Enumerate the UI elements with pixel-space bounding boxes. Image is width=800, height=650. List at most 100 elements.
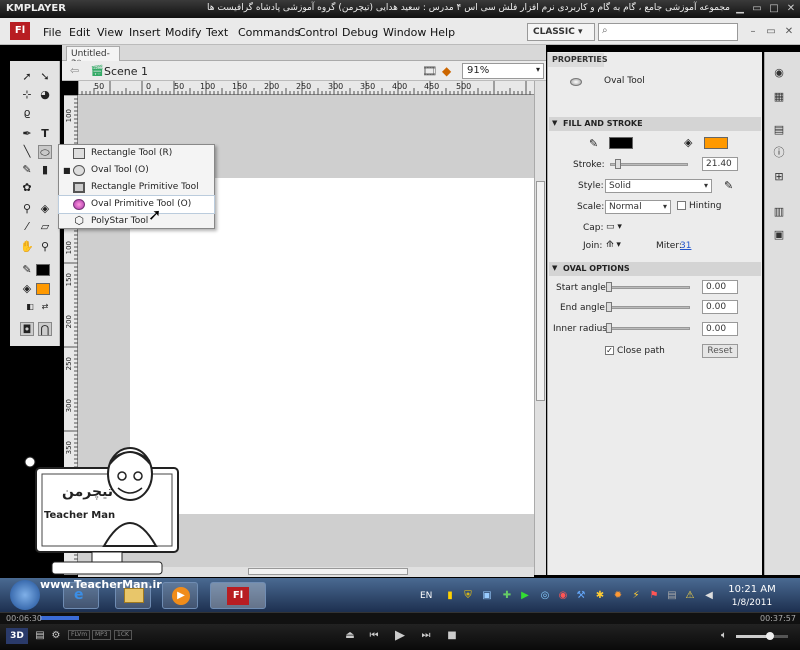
line-tool-icon[interactable]: ╲: [20, 145, 34, 159]
align-panel-icon[interactable]: ▤: [772, 123, 786, 137]
search-input[interactable]: ⌕: [598, 23, 738, 41]
color-panel-icon[interactable]: ◉: [772, 66, 786, 80]
clock-time[interactable]: 10:21 AM: [727, 584, 777, 595]
menu-text[interactable]: Text: [206, 26, 228, 39]
tray-sync-icon[interactable]: ◎: [540, 591, 550, 601]
tray-shield-icon[interactable]: ⛨: [463, 591, 473, 601]
clock-date[interactable]: 1/8/2011: [727, 598, 777, 608]
flyout-rectangle-primitive-tool[interactable]: Rectangle Primitive Tool (R): [59, 179, 214, 209]
close-path-checkbox[interactable]: ✓: [605, 346, 614, 355]
pen-tool-icon[interactable]: ✒: [20, 127, 34, 141]
back-arrow-icon[interactable]: ⇦: [70, 64, 79, 77]
taskbar-flash-button[interactable]: Fl: [210, 582, 266, 609]
start-angle-field[interactable]: 0.00: [702, 280, 738, 294]
fill-color-swatch[interactable]: [704, 137, 728, 149]
edit-symbols-icon[interactable]: ◆: [442, 64, 451, 78]
scrollbar-thumb[interactable]: [536, 181, 545, 401]
tray-volume-icon[interactable]: ◀: [704, 591, 714, 601]
start-angle-thumb[interactable]: [606, 282, 612, 292]
library-panel-icon[interactable]: ▣: [772, 228, 786, 242]
minimize-icon[interactable]: ▁: [734, 3, 746, 15]
lasso-tool-icon[interactable]: ϱ: [20, 106, 34, 120]
restore-icon[interactable]: ▭: [751, 3, 763, 15]
tray-update-icon[interactable]: ✚: [502, 591, 512, 601]
flyout-oval-tool[interactable]: ■ Oval Tool (O): [59, 162, 214, 179]
object-drawing-icon[interactable]: ◘: [20, 322, 34, 336]
document-tab[interactable]: Untitled-2*: [66, 46, 120, 69]
tray-network-icon[interactable]: ▮: [445, 591, 455, 601]
end-angle-field[interactable]: 0.00: [702, 300, 738, 314]
edit-scene-icon[interactable]: 🎞︎: [422, 64, 437, 78]
snap-magnet-icon[interactable]: ⋂: [38, 322, 52, 336]
transform-panel-icon[interactable]: ⊞: [772, 170, 786, 184]
eject-icon[interactable]: ⏏: [344, 629, 356, 643]
speaker-icon[interactable]: 🔈︎: [718, 629, 730, 643]
menu-modify[interactable]: Modify: [165, 26, 201, 39]
tray-monitor-icon[interactable]: ▤: [667, 591, 677, 601]
seek-bar[interactable]: [0, 612, 800, 624]
app-close-icon[interactable]: ✕: [783, 26, 795, 38]
taskbar-mediaplayer-icon[interactable]: ▶: [162, 582, 198, 609]
maximize-icon[interactable]: □: [768, 3, 780, 15]
end-angle-thumb[interactable]: [606, 302, 612, 312]
free-transform-icon[interactable]: ⊹: [20, 88, 34, 102]
start-angle-track[interactable]: [606, 286, 690, 289]
tray-tool-icon[interactable]: ⚒: [576, 591, 586, 601]
settings-gear-icon[interactable]: ⚙: [50, 629, 62, 643]
inner-radius-thumb[interactable]: [606, 323, 612, 333]
tray-bluetooth-icon[interactable]: ✱: [595, 591, 605, 601]
menu-commands[interactable]: Commands: [238, 26, 300, 39]
swap-colors-icon[interactable]: ⇄: [38, 300, 52, 314]
stroke-width-field[interactable]: 21.40: [702, 157, 738, 171]
language-indicator[interactable]: EN: [420, 591, 432, 601]
properties-tab[interactable]: PROPERTIES: [548, 53, 608, 67]
app-minimize-icon[interactable]: –: [747, 26, 759, 38]
zoom-select[interactable]: 91% ▾: [462, 63, 544, 79]
pencil-tool-icon[interactable]: ✎: [20, 163, 34, 177]
menu-control[interactable]: Control: [298, 26, 338, 39]
volume-thumb[interactable]: [766, 632, 774, 640]
reset-button[interactable]: Reset: [702, 344, 738, 358]
workspace-switcher[interactable]: CLASSIC ▾: [527, 23, 595, 41]
miter-value[interactable]: 31: [680, 241, 691, 251]
hand-tool-icon[interactable]: ✋: [20, 240, 34, 254]
3d-rotation-icon[interactable]: ◕: [38, 88, 52, 102]
black-white-icon[interactable]: ◧: [23, 300, 37, 314]
fill-color-swatch[interactable]: [36, 283, 50, 295]
scale-select[interactable]: Normal ▾: [605, 200, 671, 214]
next-icon[interactable]: ⏭: [420, 629, 432, 643]
flyout-rectangle-tool[interactable]: Rectangle Tool (R): [59, 145, 214, 162]
selection-tool-icon[interactable]: ➚: [20, 70, 34, 84]
stroke-slider-thumb[interactable]: [615, 159, 621, 169]
menu-help[interactable]: Help: [430, 26, 455, 39]
menu-file[interactable]: File: [43, 26, 61, 39]
join-select[interactable]: ⟰ ▾: [606, 240, 621, 250]
tray-flag-icon[interactable]: ⚑: [649, 591, 659, 601]
menu-insert[interactable]: Insert: [129, 26, 161, 39]
playlist-icon[interactable]: ▤: [34, 629, 46, 643]
stroke-color-swatch[interactable]: [609, 137, 633, 149]
stroke-color-swatch[interactable]: [36, 264, 50, 276]
bone-tool-icon[interactable]: ⚲: [20, 202, 34, 216]
tray-device-icon[interactable]: ▣: [482, 591, 492, 601]
hinting-checkbox[interactable]: [677, 201, 686, 210]
scrollbar-thumb[interactable]: [248, 568, 408, 575]
menu-view[interactable]: View: [97, 26, 123, 39]
inner-radius-field[interactable]: 0.00: [702, 322, 738, 336]
deco-tool-icon[interactable]: ✿: [20, 181, 34, 195]
components-panel-icon[interactable]: ▥: [772, 205, 786, 219]
start-button[interactable]: [10, 580, 40, 610]
stroke-slider-track[interactable]: [610, 163, 688, 166]
style-select[interactable]: Solid ▾: [605, 179, 712, 193]
tray-play-icon[interactable]: ▶: [520, 591, 530, 601]
paint-bucket-icon[interactable]: ◈: [38, 202, 52, 216]
app-restore-icon[interactable]: ▭: [765, 26, 777, 38]
close-icon[interactable]: ✕: [785, 3, 797, 15]
eraser-icon[interactable]: ▱: [38, 220, 52, 234]
eyedropper-icon[interactable]: ⁄: [20, 220, 34, 234]
zoom-tool-icon[interactable]: ⚲: [38, 240, 52, 254]
tray-alert-icon[interactable]: ⚠: [685, 591, 695, 601]
end-angle-track[interactable]: [606, 306, 690, 309]
subselection-tool-icon[interactable]: ➘: [38, 70, 52, 84]
previous-icon[interactable]: ⏮: [368, 629, 380, 643]
